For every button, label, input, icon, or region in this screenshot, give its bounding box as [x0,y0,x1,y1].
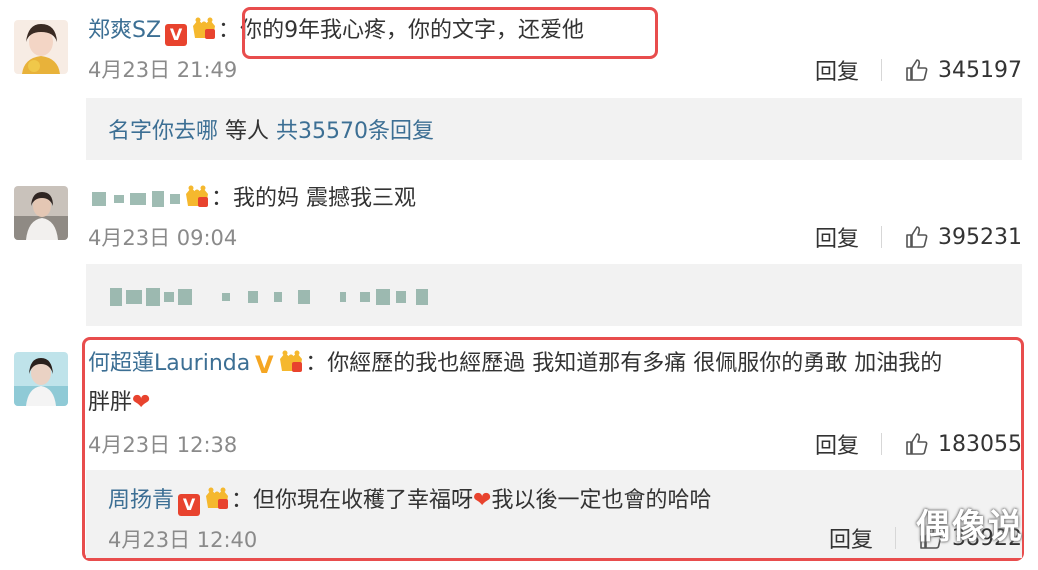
sub-reply-username-link[interactable]: 周扬青 [108,488,174,513]
avatar[interactable] [14,186,68,240]
reply-button[interactable]: 回复 [815,54,859,86]
heart-emoji-icon: ❤ [473,488,492,513]
thumbs-up-icon[interactable] [904,57,930,83]
crown-badge-icon [277,349,305,375]
v-verified-badge-icon: V [165,24,188,46]
username-blurred[interactable] [88,186,180,211]
like-count: 345197 [938,57,1022,83]
reply-button[interactable]: 回复 [829,522,873,554]
thumbs-up-icon[interactable] [904,431,930,457]
avatar-image [14,352,68,406]
comment-actions: 回复 183055 [815,428,1022,460]
comment-text: 我的妈 震撼我三观 [233,186,417,211]
thumbs-up-icon[interactable] [904,224,930,250]
crown-badge-icon [183,184,211,210]
reply-count-link[interactable]: 共35570条回复 [276,119,434,144]
like-count: 183055 [938,431,1022,457]
divider [881,433,883,455]
comment-date: 4月23日 09:04 [88,226,238,250]
comment-text-line: ：我的妈 震撼我三观 [88,182,1008,216]
comment-text-line: 何超蓮Laurinda V ：你經歷的我也經歷過 我知道那有多痛 很佩服你的勇敢 加… [88,347,1008,381]
replies-summary[interactable]: 名字你去哪 等人 共35570条回复 [86,98,1022,160]
avatar[interactable] [14,352,68,406]
blurred-reply-text [110,286,428,306]
highlight-frame [242,7,658,59]
replies-summary-blurred[interactable] [86,264,1022,326]
sub-reply-date: 4月23日 12:40 [108,528,258,552]
colon: ： [305,351,328,376]
divider [895,527,896,549]
username-link[interactable]: 郑爽SZ [88,18,161,43]
colon: ： [211,186,234,211]
v-verified-badge-icon: V [178,494,201,516]
v-verified-badge-icon: V [254,351,274,379]
reply-summary-text: 等人 [225,119,270,144]
comment-text-line2: 胖胖 [88,390,133,415]
sub-reply: 周扬青 V ：但你現在收穫了幸福呀❤我以後一定也會的哈哈 4月23日 12:40 回… [86,470,1022,558]
crown-badge-icon [203,486,231,512]
sub-reply-text-line: 周扬青 V ：但你現在收穫了幸福呀❤我以後一定也會的哈哈 [108,482,712,516]
comment-text-line-2: 胖胖❤ [88,386,1008,420]
divider [881,59,883,81]
crown-badge-icon [190,16,218,42]
username-link[interactable]: 何超蓮Laurinda [88,351,250,376]
comment-text-line1: 你經歷的我也經歷過 我知道那有多痛 很佩服你的勇敢 加油我的 [327,351,943,376]
reply-user-link[interactable]: 名字你去哪 [108,119,218,144]
sub-reply-text-part2: 我以後一定也會的哈哈 [491,488,712,513]
sub-reply-text-part1: 但你現在收穫了幸福呀 [253,488,474,513]
comment-date: 4月23日 21:49 [88,58,238,82]
avatar-image [14,20,68,74]
comment-date: 4月23日 12:38 [88,433,238,457]
colon: ： [218,18,241,43]
reply-button[interactable]: 回复 [815,221,859,253]
heart-emoji-icon: ❤ [132,390,151,415]
like-count: 395231 [938,224,1022,250]
reply-button[interactable]: 回复 [815,428,859,460]
comment-actions: 回复 395231 [815,221,1022,253]
comment-actions: 回复 345197 [815,54,1022,86]
watermark-text: 偶像说 [916,507,1024,547]
avatar[interactable] [14,20,68,74]
colon: ： [231,488,254,513]
avatar-image [14,186,68,240]
divider [881,226,883,248]
